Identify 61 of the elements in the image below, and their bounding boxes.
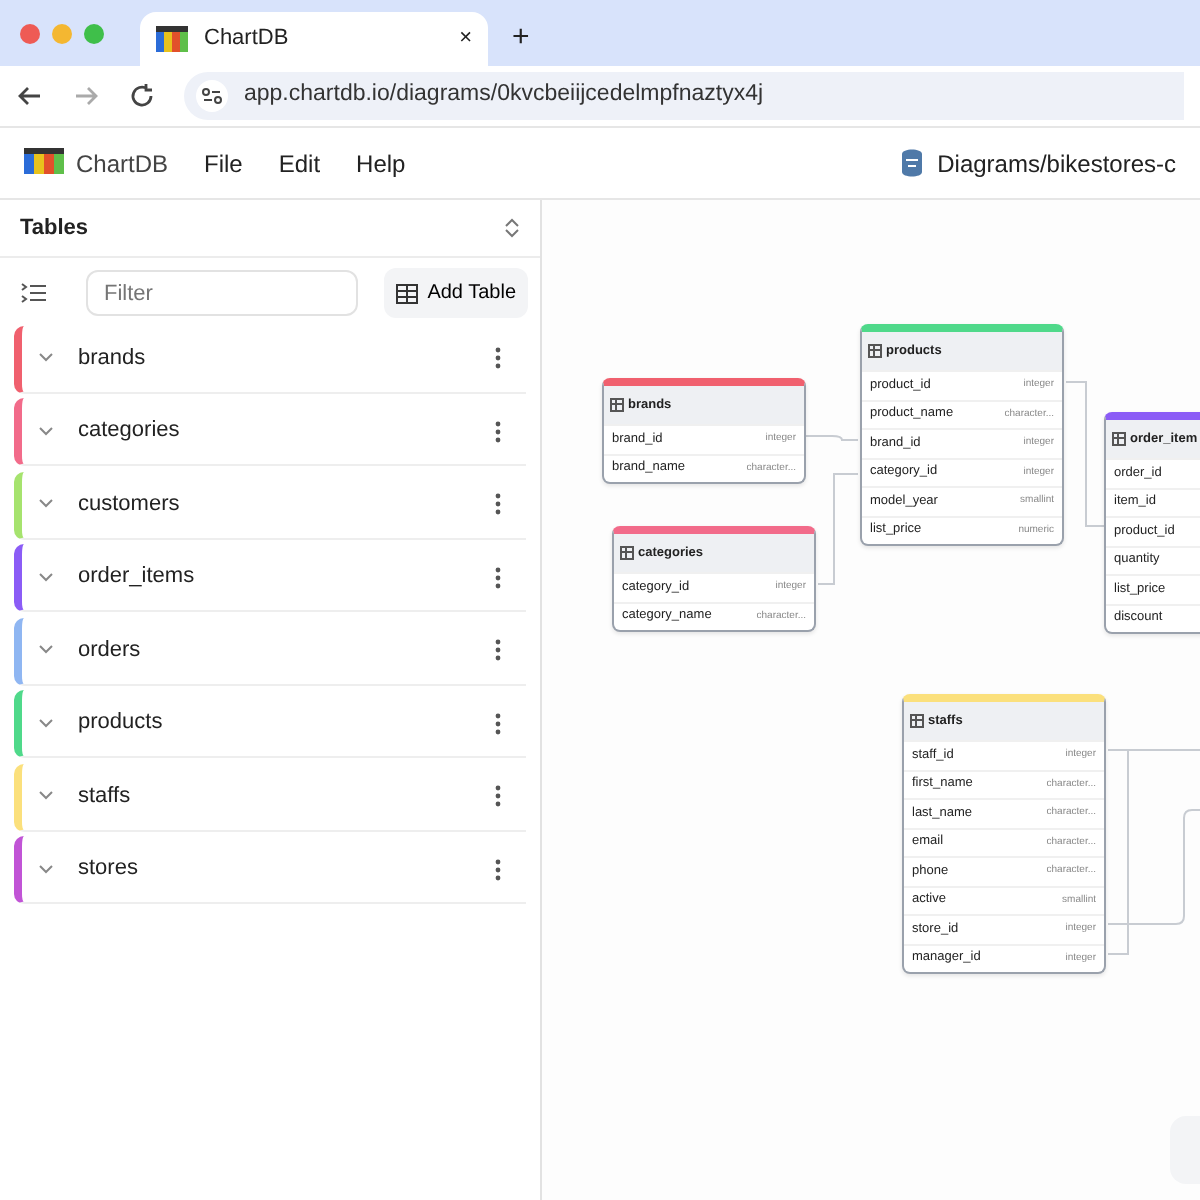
chevron-down-icon[interactable] bbox=[38, 644, 54, 656]
tab-title: ChartDB bbox=[204, 24, 291, 55]
table-name: stores bbox=[78, 854, 140, 885]
table-list-item[interactable]: orders bbox=[14, 617, 526, 685]
more-options-icon[interactable] bbox=[494, 419, 502, 443]
connector-line bbox=[805, 435, 859, 441]
table-icon bbox=[610, 398, 624, 412]
table-name: order_items bbox=[78, 562, 197, 593]
back-icon[interactable] bbox=[16, 82, 44, 110]
table-icon bbox=[620, 546, 634, 560]
menu-item[interactable]: Edit bbox=[278, 145, 321, 181]
app-name: ChartDB bbox=[76, 147, 169, 181]
app-logo-icon bbox=[156, 25, 188, 53]
new-tab-button[interactable]: + bbox=[512, 15, 530, 60]
chevron-down-icon[interactable] bbox=[38, 425, 54, 437]
table-list-item[interactable]: staffs bbox=[14, 763, 526, 831]
table-list-item[interactable]: stores bbox=[14, 836, 526, 904]
more-options-icon[interactable] bbox=[494, 346, 502, 370]
table-name: brands bbox=[78, 343, 148, 374]
more-options-icon[interactable] bbox=[494, 565, 502, 589]
chevron-down-icon[interactable] bbox=[38, 863, 54, 875]
chevron-down-icon[interactable] bbox=[38, 352, 54, 364]
more-options-icon[interactable] bbox=[494, 492, 502, 516]
table-list-item[interactable]: categories bbox=[14, 398, 526, 466]
table-name: customers bbox=[78, 489, 182, 520]
chevron-down-icon[interactable] bbox=[38, 571, 54, 583]
table-icon bbox=[910, 714, 924, 728]
menu-item[interactable]: Help bbox=[356, 145, 406, 181]
table-list-item[interactable]: customers bbox=[14, 471, 526, 539]
table-name: products bbox=[78, 708, 165, 739]
menu-item[interactable]: File bbox=[204, 145, 243, 181]
table-list-item[interactable]: order_items bbox=[14, 544, 526, 612]
database-icon bbox=[897, 147, 926, 179]
more-options-icon[interactable] bbox=[494, 711, 502, 735]
add-table-button[interactable]: Add Table bbox=[383, 268, 528, 318]
reload-icon[interactable] bbox=[128, 82, 156, 110]
filter-field[interactable]: Filter bbox=[86, 270, 358, 316]
sort-chevron-icon[interactable] bbox=[504, 218, 520, 238]
more-options-icon[interactable] bbox=[494, 784, 502, 808]
table-name: staffs bbox=[78, 781, 133, 812]
table-icon bbox=[1112, 432, 1126, 446]
site-settings-icon[interactable] bbox=[196, 80, 228, 112]
browser-tab[interactable]: ChartDB × bbox=[140, 12, 488, 66]
forward-icon[interactable] bbox=[72, 82, 100, 110]
close-icon[interactable]: × bbox=[459, 22, 472, 56]
table-name: orders bbox=[78, 635, 143, 666]
collapse-list-icon[interactable] bbox=[20, 282, 46, 304]
chevron-down-icon[interactable] bbox=[38, 717, 54, 729]
table-icon bbox=[868, 344, 882, 358]
table-list-item[interactable]: products bbox=[14, 690, 526, 758]
connector-line bbox=[817, 473, 859, 585]
table-icon bbox=[395, 283, 418, 303]
table-name: categories bbox=[78, 416, 182, 447]
table-list-item[interactable]: brands bbox=[14, 325, 526, 393]
more-options-icon[interactable] bbox=[494, 857, 502, 881]
app-logo-icon bbox=[24, 147, 64, 179]
chevron-down-icon[interactable] bbox=[38, 498, 54, 510]
diagram-path: Diagrams/bikestores-c bbox=[937, 147, 1176, 181]
sidebar-title: Tables bbox=[20, 213, 89, 244]
chevron-down-icon[interactable] bbox=[38, 790, 54, 802]
more-options-icon[interactable] bbox=[494, 638, 502, 662]
